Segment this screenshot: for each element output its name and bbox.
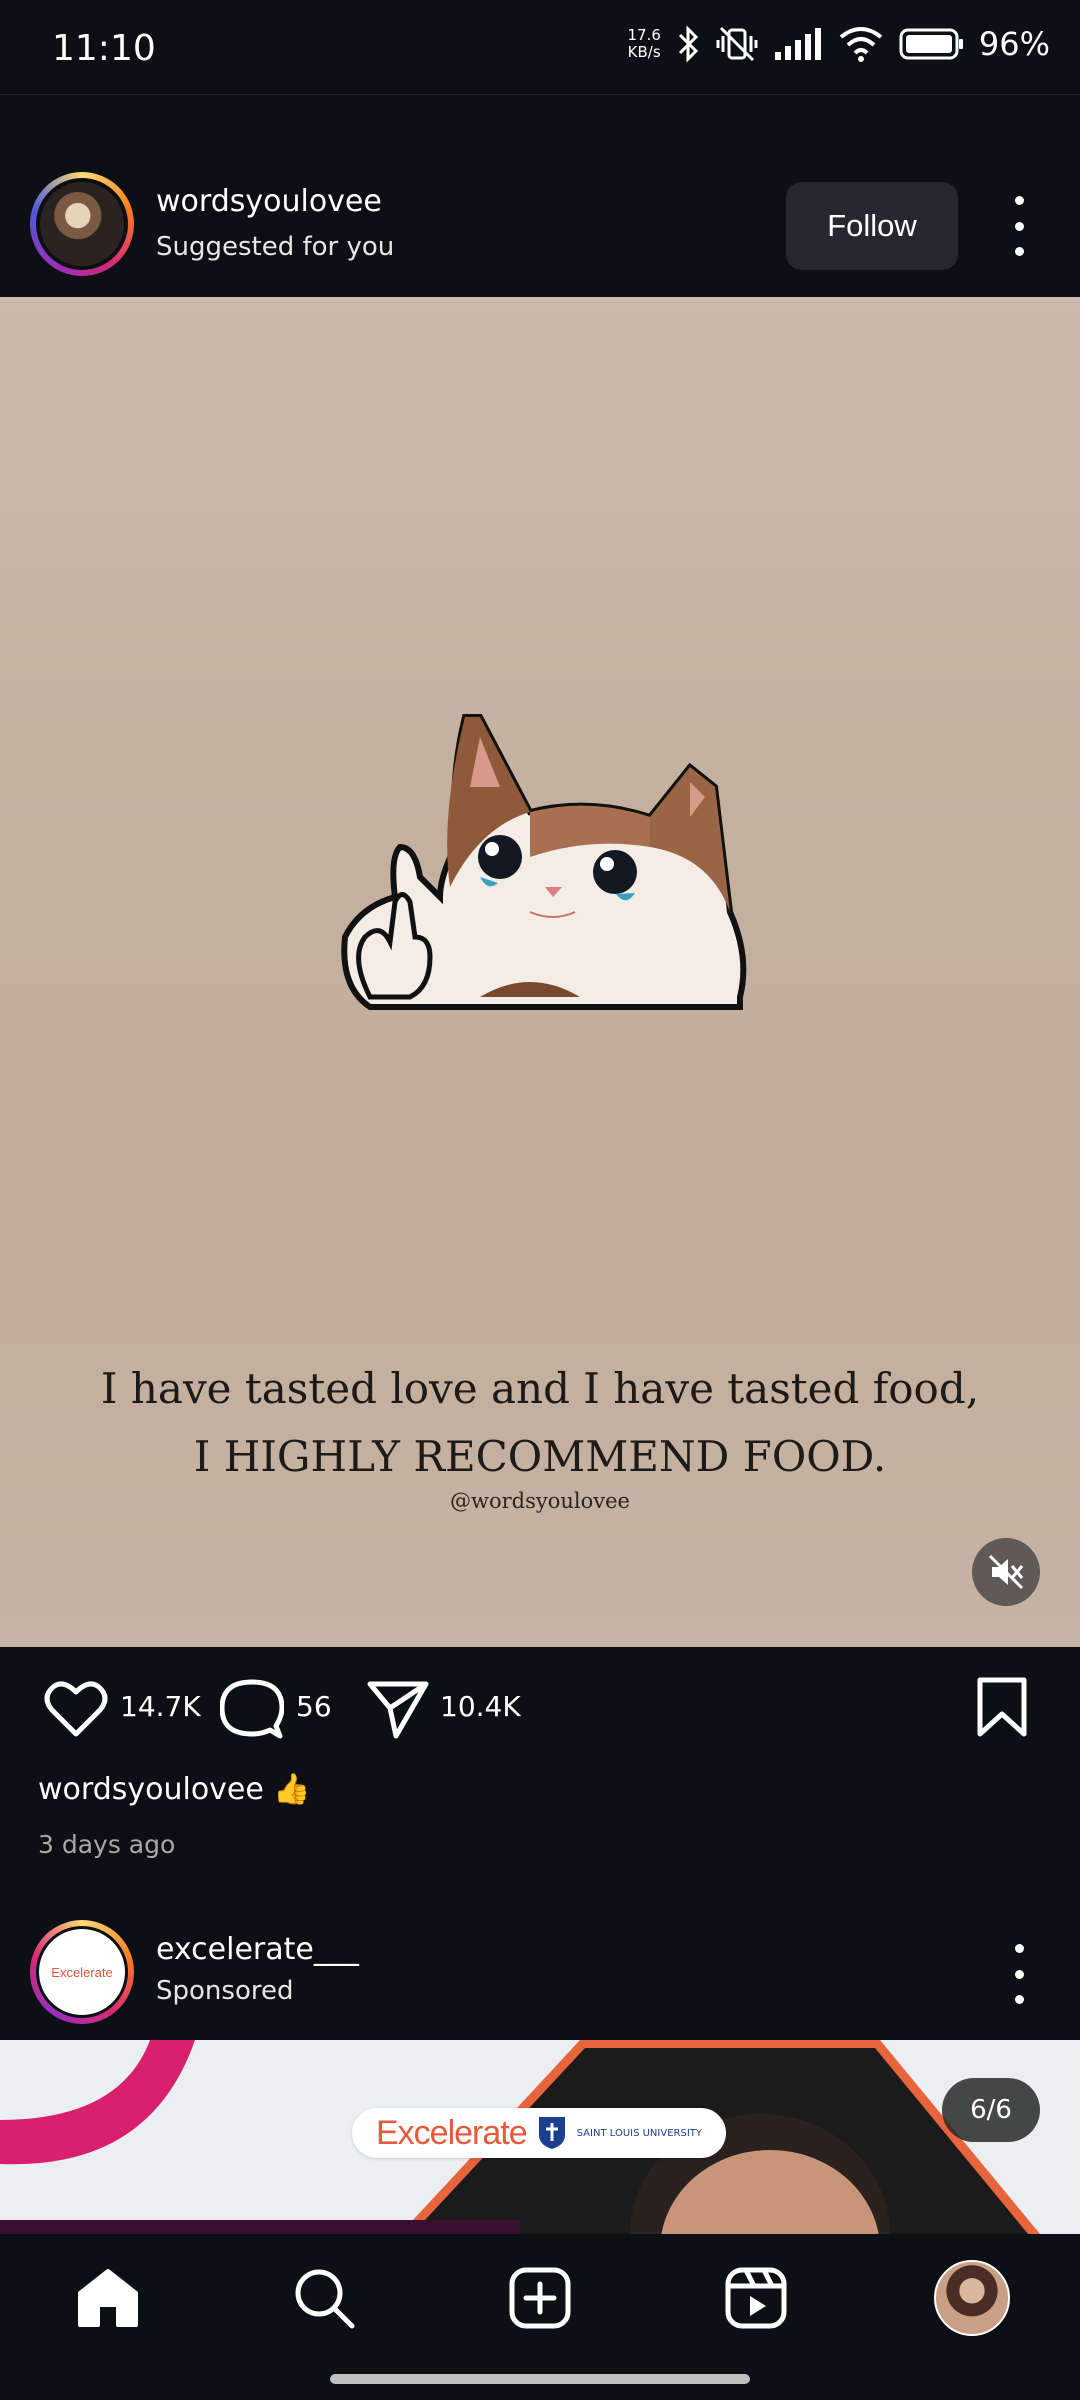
create-icon [509, 2267, 571, 2329]
like-count[interactable]: 14.7K [120, 1690, 201, 1723]
quote-line-1: I have tasted love and I have tasted foo… [100, 1364, 980, 1413]
bluetooth-icon [678, 25, 698, 63]
home-icon [78, 2269, 138, 2327]
cat-illustration [341, 714, 747, 1010]
post-avatar[interactable] [30, 172, 134, 276]
status-bar: 11:10 17.6 KB/s 96% [0, 0, 1080, 95]
nav-create[interactable] [500, 2258, 580, 2338]
bookmark-icon[interactable] [976, 1676, 1028, 1738]
avatar-image [40, 182, 124, 266]
carousel-page-indicator: 6/6 [942, 2078, 1040, 2142]
comment-icon[interactable] [220, 1678, 284, 1740]
nav-reels[interactable] [716, 2258, 796, 2338]
sponsored-label: Sponsored [156, 1976, 294, 2006]
comment-count[interactable]: 56 [296, 1690, 332, 1723]
sponsor-more-options-icon[interactable] [1004, 1944, 1034, 2004]
signal-icon [774, 28, 821, 60]
post-suggested-label: Suggested for you [156, 232, 395, 262]
sponsor-username[interactable]: excelerate___ [156, 1932, 359, 1967]
reels-icon [725, 2267, 787, 2329]
profile-avatar [934, 2260, 1010, 2336]
post-timestamp: 3 days ago [38, 1830, 176, 1859]
mute-button[interactable] [972, 1538, 1040, 1606]
post-actions: 14.7K 56 10.4K [0, 1668, 1080, 1748]
heart-icon[interactable] [44, 1678, 108, 1738]
share-count[interactable]: 10.4K [440, 1690, 521, 1723]
nav-home[interactable] [68, 2258, 148, 2338]
ad-brand-banner: Excelerate SAINT LOUIS UNIVERSITY [352, 2108, 726, 2158]
search-icon [295, 2269, 355, 2329]
volume-muted-icon [988, 1554, 1024, 1590]
ad-media[interactable]: Excelerate SAINT LOUIS UNIVERSITY 6/6 [0, 2040, 1080, 2234]
nav-profile[interactable] [932, 2258, 1012, 2338]
home-indicator[interactable] [330, 2374, 750, 2384]
vibrate-muted-icon [716, 26, 758, 62]
sponsored-post-header: Excelerate excelerate___ Sponsored [0, 1912, 1080, 2038]
post-media[interactable]: I have tasted love and I have tasted foo… [0, 297, 1080, 1647]
more-options-icon[interactable] [1004, 196, 1034, 256]
post-caption[interactable]: wordsyoulovee 👍 [38, 1772, 311, 1807]
post-username[interactable]: wordsyoulovee [156, 184, 382, 219]
follow-button[interactable]: Follow [786, 182, 958, 270]
wifi-icon [839, 27, 883, 62]
battery-percent: 96% [978, 25, 1050, 63]
post-quote: I have tasted love and I have tasted foo… [0, 1355, 1080, 1491]
share-icon[interactable] [366, 1678, 430, 1740]
ad-partner-text: SAINT LOUIS UNIVERSITY [576, 2127, 702, 2139]
university-crest-icon [538, 2117, 565, 2149]
post-watermark: @wordsyoulovee [450, 1489, 630, 1513]
sponsor-avatar[interactable]: Excelerate [30, 1920, 134, 2024]
ad-brand-text: Excelerate [376, 2113, 528, 2152]
sponsor-logo: Excelerate [39, 1929, 125, 2015]
nav-search[interactable] [284, 2258, 364, 2338]
status-icons: 17.6 KB/s 96% [627, 24, 1050, 64]
status-time: 11:10 [52, 28, 156, 69]
network-speed: 17.6 KB/s [627, 26, 661, 61]
battery-icon [899, 28, 963, 60]
quote-line-2: I HIGHLY RECOMMEND FOOD. [193, 1432, 887, 1481]
